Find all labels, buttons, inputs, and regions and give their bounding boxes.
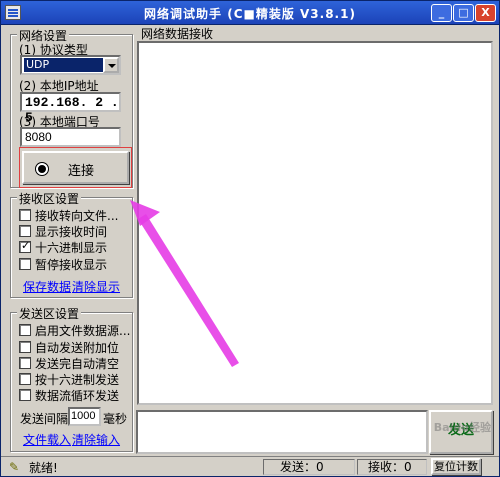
maximize-button[interactable]: □ xyxy=(453,4,474,22)
option-label: 十六进制显示 xyxy=(35,241,108,255)
option-label: 接收转向文件... xyxy=(35,209,119,223)
checkbox[interactable] xyxy=(19,225,31,237)
send-interval-unit: 毫秒 xyxy=(103,412,128,426)
save-data-link[interactable]: 保存数据 xyxy=(23,278,71,295)
load-file-link[interactable]: 文件载入 xyxy=(23,431,71,448)
receive-settings-title: 接收区设置 xyxy=(17,190,82,207)
protocol-select[interactable]: UDP xyxy=(20,55,121,75)
clear-input-link[interactable]: 清除输入 xyxy=(72,431,120,448)
send-interval-label: 发送间隔 xyxy=(20,412,69,426)
clear-display-link[interactable]: 清除显示 xyxy=(72,278,120,295)
checkbox[interactable] xyxy=(19,373,31,385)
send-interval-field[interactable]: 1000 xyxy=(68,407,101,426)
ip-address-field[interactable]: 192.168. 2 . 5 xyxy=(20,92,121,125)
connection-state-icon xyxy=(36,163,48,175)
option-label: 发送完自动清空 xyxy=(35,357,120,371)
checkbox-checked[interactable] xyxy=(19,239,31,253)
option-label: 显示接收时间 xyxy=(35,225,108,239)
checkbox[interactable] xyxy=(19,324,31,336)
option-label: 自动发送附加位 xyxy=(35,341,120,355)
checkbox[interactable] xyxy=(19,389,31,401)
window-title: 网络调试助手 (C■精装版 V3.8.1) xyxy=(144,7,356,21)
chevron-down-icon[interactable] xyxy=(103,57,119,73)
checkbox[interactable] xyxy=(19,258,31,270)
status-bar: ✎ 就绪! 发送：0 接收：0 复位计数 xyxy=(1,456,499,476)
receive-panel-title: 网络数据接收 xyxy=(141,27,214,41)
option-label: 暂停接收显示 xyxy=(35,258,108,272)
status-icon: ✎ xyxy=(9,460,20,474)
send-counter: 发送：0 xyxy=(263,459,355,475)
minimize-button[interactable]: _ xyxy=(431,4,452,22)
app-window: 网络调试助手 (C■精装版 V3.8.1) _ □ X 网络设置 (1) 协议类… xyxy=(0,0,500,477)
receive-counter: 接收：0 xyxy=(357,459,427,475)
status-text: 就绪! xyxy=(29,461,58,475)
send-settings-title: 发送区设置 xyxy=(17,305,82,322)
send-data-area[interactable] xyxy=(136,410,428,454)
reset-count-button[interactable]: 复位计数 xyxy=(431,458,481,475)
checkbox[interactable] xyxy=(19,209,31,221)
receive-data-area[interactable] xyxy=(137,41,493,405)
protocol-value: UDP xyxy=(24,58,108,72)
close-button[interactable]: X xyxy=(475,4,496,22)
watermark-logo: Baidu经验 xyxy=(433,421,491,434)
connect-button[interactable]: 连接 xyxy=(22,151,129,184)
port-field[interactable]: 8080 xyxy=(20,127,121,147)
option-label: 启用文件数据源... xyxy=(35,324,131,338)
checkbox[interactable] xyxy=(19,341,31,353)
connect-label: 连接 xyxy=(68,164,95,179)
title-bar[interactable]: 网络调试助手 (C■精装版 V3.8.1) _ □ X xyxy=(1,1,499,25)
option-label: 数据流循环发送 xyxy=(35,389,120,403)
option-label: 按十六进制发送 xyxy=(35,373,120,387)
checkbox[interactable] xyxy=(19,357,31,369)
